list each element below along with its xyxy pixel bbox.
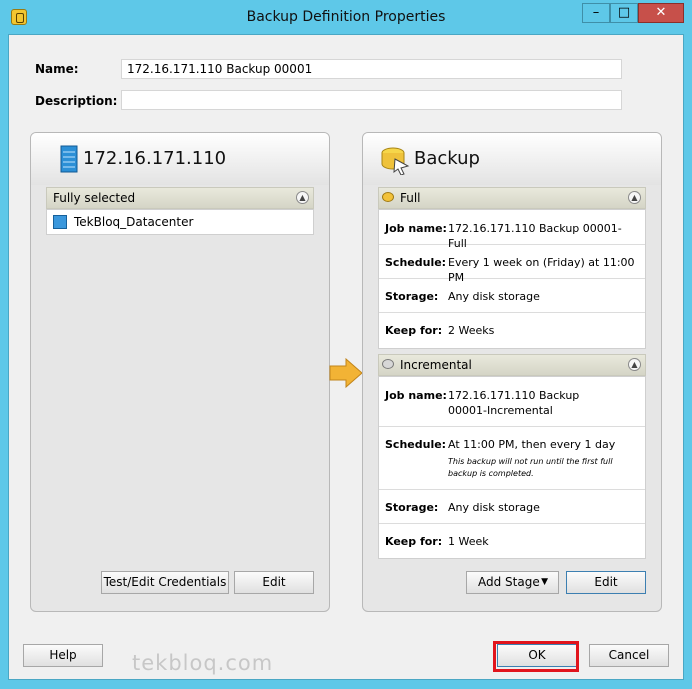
incremental-details: Job name: 172.16.171.110 Backup 00001-In… bbox=[378, 376, 646, 559]
list-item[interactable]: TekBloq_Datacenter bbox=[74, 215, 193, 229]
keep-for-label: Keep for: bbox=[385, 535, 443, 548]
source-panel: 172.16.171.110 Fully selected ▲ TekBloq_… bbox=[30, 132, 330, 612]
maximize-button[interactable]: □ bbox=[610, 3, 638, 23]
description-field[interactable] bbox=[121, 90, 622, 110]
table-row: Job name: 172.16.171.110 Backup 00001-In… bbox=[379, 377, 645, 427]
job-name-label: Job name: bbox=[385, 389, 447, 402]
schedule-value: At 11:00 PM, then every 1 day bbox=[448, 438, 616, 451]
table-row: Storage: Any disk storage bbox=[379, 279, 645, 313]
add-stage-button[interactable]: Add Stage ▼ bbox=[466, 571, 559, 594]
full-section-header: Full ▲ bbox=[378, 187, 646, 209]
job-name-label: Job name: bbox=[385, 222, 447, 235]
storage-value: Any disk storage bbox=[448, 501, 540, 514]
datacenter-list: TekBloq_Datacenter bbox=[46, 209, 314, 235]
source-edit-button[interactable]: Edit bbox=[234, 571, 314, 594]
table-row: Schedule: Every 1 week on (Friday) at 11… bbox=[379, 245, 645, 284]
storage-value: Any disk storage bbox=[448, 290, 540, 303]
full-stage-icon bbox=[382, 192, 394, 202]
storage-label: Storage: bbox=[385, 501, 439, 514]
test-edit-credentials-button[interactable]: Test/Edit Credentials bbox=[101, 571, 229, 594]
table-row: Job name: 172.16.171.110 Backup 00001-Fu… bbox=[379, 210, 645, 250]
keep-for-label: Keep for: bbox=[385, 324, 443, 337]
backup-title: Backup bbox=[414, 148, 480, 169]
ok-highlight-frame bbox=[493, 641, 579, 672]
job-name-value: 172.16.171.110 Backup 00001-Incremental bbox=[448, 389, 580, 417]
cancel-button[interactable]: Cancel bbox=[589, 644, 669, 667]
help-button[interactable]: Help bbox=[23, 644, 103, 667]
backup-panel: Backup Full ▲ Job name: 172.16.171.110 B… bbox=[362, 132, 662, 612]
selection-header: Fully selected ▲ bbox=[46, 187, 314, 209]
name-label: Name: bbox=[35, 62, 79, 76]
name-field[interactable]: 172.16.171.110 Backup 00001 bbox=[121, 59, 622, 79]
minimize-button[interactable]: – bbox=[582, 3, 610, 23]
backup-icon bbox=[381, 147, 410, 175]
table-row: Schedule: At 11:00 PM, then every 1 day … bbox=[379, 427, 645, 490]
description-label: Description: bbox=[35, 94, 118, 108]
server-icon bbox=[60, 145, 78, 173]
schedule-label: Schedule: bbox=[385, 256, 447, 269]
keep-for-value: 1 Week bbox=[448, 535, 489, 548]
dropdown-arrow-icon: ▼ bbox=[541, 577, 548, 587]
dialog-window: Backup Definition Properties – □ ✕ Name:… bbox=[0, 0, 692, 689]
collapse-full-icon[interactable]: ▲ bbox=[628, 191, 641, 204]
collapse-incremental-icon[interactable]: ▲ bbox=[628, 358, 641, 371]
schedule-note: This backup will not run until the first… bbox=[448, 457, 613, 478]
collapse-selection-icon[interactable]: ▲ bbox=[296, 191, 309, 204]
table-row: Keep for: 2 Weeks bbox=[379, 313, 645, 348]
full-section-label: Full bbox=[400, 191, 421, 205]
schedule-label: Schedule: bbox=[385, 438, 447, 451]
incremental-stage-icon bbox=[382, 359, 394, 369]
datacenter-icon bbox=[53, 215, 67, 229]
source-title: 172.16.171.110 bbox=[83, 148, 227, 169]
selection-header-label: Fully selected bbox=[53, 191, 136, 205]
add-stage-label: Add Stage bbox=[478, 575, 540, 589]
full-details: Job name: 172.16.171.110 Backup 00001-Fu… bbox=[378, 209, 646, 349]
storage-label: Storage: bbox=[385, 290, 439, 303]
keep-for-value: 2 Weeks bbox=[448, 324, 495, 337]
watermark: tekbloq.com bbox=[132, 651, 274, 675]
backup-edit-button[interactable]: Edit bbox=[566, 571, 646, 594]
arrow-right-icon bbox=[329, 358, 363, 388]
incremental-section-header: Incremental ▲ bbox=[378, 354, 646, 376]
incremental-section-label: Incremental bbox=[400, 358, 472, 372]
close-button[interactable]: ✕ bbox=[638, 3, 684, 23]
title-bar[interactable]: Backup Definition Properties – □ ✕ bbox=[0, 0, 692, 34]
dialog-client: Name: 172.16.171.110 Backup 00001 Descri… bbox=[8, 34, 684, 680]
table-row: Keep for: 1 Week bbox=[379, 524, 645, 558]
table-row: Storage: Any disk storage bbox=[379, 490, 645, 524]
